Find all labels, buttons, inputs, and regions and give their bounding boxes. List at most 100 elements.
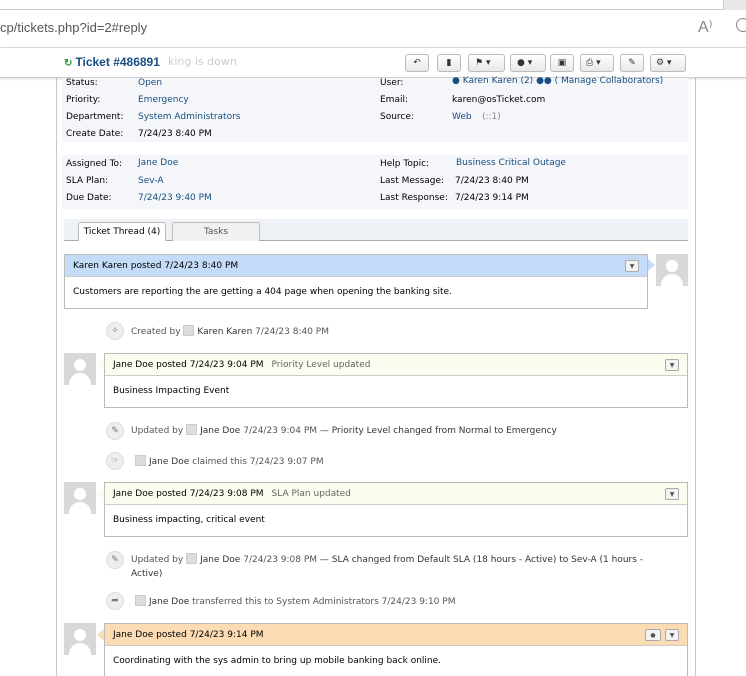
ticket-number[interactable]: Ticket #486891 (75, 55, 160, 69)
tab-ticket-thread[interactable]: Ticket Thread (4) (78, 222, 166, 241)
sla-value[interactable]: Sev-A (138, 176, 164, 186)
thread-event-created: Created by Karen Karen 7/24/23 8:40 PM (131, 325, 329, 337)
last-message-label: Last Message: (380, 176, 445, 186)
assigned-value[interactable]: Jane Doe (138, 158, 178, 168)
status-label: Status: (66, 78, 98, 88)
user-icon[interactable]: ● (645, 629, 661, 641)
browser-tab-active[interactable] (0, 0, 724, 10)
reply-button[interactable]: ↶ (405, 54, 429, 72)
browser-toolbar: cp/tickets.php?id=2#reply A⁾ (0, 0, 746, 48)
archive-button[interactable]: ▣ (550, 54, 574, 72)
last-response-label: Last Response: (380, 193, 448, 203)
email-label: Email: (380, 95, 409, 105)
help-topic-label: Help Topic: (380, 159, 430, 169)
speech-pointer (648, 259, 655, 271)
priority-value[interactable]: Emergency (138, 95, 189, 105)
flag-icon: ⚑ (475, 58, 484, 68)
refresh-icon[interactable]: ↻ (64, 58, 72, 69)
message-options-dropdown[interactable]: ▼ (665, 629, 679, 641)
message-options-dropdown[interactable]: ▼ (665, 359, 679, 371)
avatar (186, 424, 198, 435)
priority-label: Priority: (66, 95, 101, 105)
message-header: Karen Karen posted 7/24/23 8:40 PM ▼ (65, 255, 647, 277)
flag-dropdown[interactable]: ⚑ ▾ (468, 54, 505, 72)
thread-message-response: Jane Doe posted 7/24/23 9:14 PM ● ▼ Coor… (104, 623, 688, 676)
due-date-value[interactable]: 7/24/23 9:40 PM (138, 193, 212, 203)
thread-message-user: Karen Karen posted 7/24/23 8:40 PM ▼ Cus… (64, 254, 648, 309)
message-body: Customers are reporting the are getting … (73, 287, 452, 297)
magic-wand-icon: ✧ (106, 322, 124, 340)
pencil-icon: ✎ (106, 422, 124, 440)
source-ip: (::1) (482, 112, 501, 122)
edit-button[interactable]: ✎ (620, 54, 644, 72)
archive-icon: ▣ (557, 58, 567, 68)
tab-tasks[interactable]: Tasks (172, 222, 260, 241)
avatar (183, 325, 195, 336)
user-icon: ● (452, 76, 463, 86)
avatar (135, 595, 146, 606)
message-body: Coordinating with the sys admin to bring… (113, 656, 442, 666)
ticket-info-secondary: Assigned To: Jane Doe SLA Plan: Sev-A Du… (62, 155, 688, 209)
status-value[interactable]: Open (138, 78, 162, 88)
help-topic-value[interactable]: Business Critical Outage (456, 158, 566, 168)
user-label: User: (380, 78, 404, 88)
gear-icon: ⚙ (656, 58, 665, 68)
thread-tabs: Ticket Thread (4) Tasks (64, 219, 688, 241)
sla-label: SLA Plan: (66, 176, 109, 186)
message-time: 7/24/23 8:40 PM (164, 261, 239, 271)
collaborators-icon: ●● (536, 76, 555, 86)
pencil-icon: ✎ (106, 551, 124, 569)
edit-icon: ✎ (628, 58, 636, 68)
message-body: Business impacting, critical event (113, 515, 265, 525)
source-label: Source: (380, 112, 414, 122)
message-author: Karen Karen (73, 261, 128, 271)
message-header: Jane Doe posted 7/24/23 9:04 PM Priority … (105, 354, 687, 376)
message-options-dropdown[interactable]: ▼ (665, 488, 679, 500)
create-date-label: Create Date: (66, 129, 124, 139)
ticket-title[interactable]: ↻ Ticket #486891 (64, 55, 160, 69)
settings-dropdown[interactable]: ⚙ ▾ (650, 54, 686, 72)
tab-strip (0, 0, 746, 10)
avatar (135, 455, 146, 466)
message-body: Business Impacting Event (113, 386, 230, 396)
manage-collaborators-link[interactable]: ( Manage Collaborators) (555, 76, 664, 86)
caret-down-icon: ▾ (485, 58, 491, 68)
share-arrow-icon: ➦ (106, 592, 124, 610)
printer-icon: ⎙ (586, 58, 594, 68)
print-dropdown[interactable]: ⎙ ▾ (580, 54, 614, 72)
message-header: Jane Doe posted 7/24/23 9:14 PM ● ▼ (105, 624, 687, 646)
caret-down-icon: ▾ (596, 58, 601, 68)
avatar (64, 482, 96, 514)
print-pdf-button[interactable]: ▮ (437, 54, 461, 72)
message-options-dropdown[interactable]: ▼ (625, 260, 639, 272)
user-icon: ● (517, 58, 525, 68)
thread-message-response: Jane Doe posted 7/24/23 9:08 PM SLA Plan … (104, 482, 688, 537)
ticket-subject-ghost: king is down (168, 55, 237, 68)
browser-extension-icon[interactable] (736, 18, 746, 32)
read-aloud-icon[interactable]: A⁾ (698, 17, 713, 37)
caret-down-icon: ▾ (666, 58, 672, 68)
avatar (656, 254, 688, 286)
avatar (64, 353, 96, 385)
address-bar[interactable]: cp/tickets.php?id=2#reply (0, 20, 147, 35)
thread-message-response: Jane Doe posted 7/24/23 9:04 PM Priority … (104, 353, 688, 408)
message-note: SLA Plan updated (271, 489, 351, 499)
last-response-value: 7/24/23 9:14 PM (455, 193, 529, 203)
message-header: Jane Doe posted 7/24/23 9:08 PM SLA Plan … (105, 483, 687, 505)
department-value[interactable]: System Administrators (138, 112, 240, 122)
caret-down-icon: ▾ (527, 58, 533, 68)
thread-event-updated: Updated by Jane Doe 7/24/23 9:04 PM — Pr… (131, 424, 557, 436)
due-date-label: Due Date: (66, 193, 112, 203)
source-value[interactable]: Web (452, 112, 472, 122)
speech-pointer (97, 629, 104, 641)
speech-pointer (97, 488, 104, 500)
hand-point-icon: ☞ (106, 452, 124, 470)
reply-icon: ↶ (413, 58, 421, 68)
user-value[interactable]: ● Karen Karen (2) ●● ( Manage Collaborat… (452, 76, 663, 86)
assign-dropdown[interactable]: ● ▾ (510, 54, 546, 72)
department-label: Department: (66, 112, 124, 122)
email-value: karen@osTicket.com (452, 95, 546, 105)
thread-event-claimed: Jane Doe claimed this 7/24/23 9:07 PM (135, 455, 324, 469)
avatar (186, 553, 198, 564)
thread-event-transferred: Jane Doe transferred this to System Admi… (135, 595, 455, 609)
